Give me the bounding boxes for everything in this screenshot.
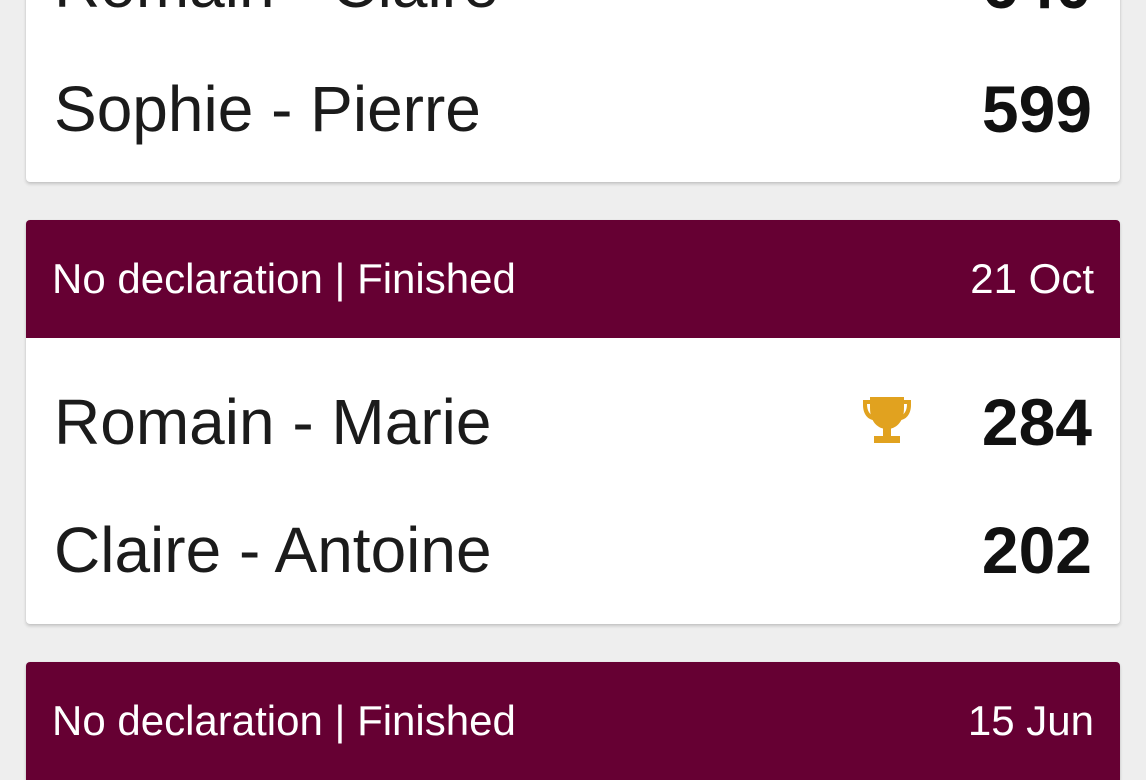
card-body: Romain - Claire 640 Sophie - Pierre 599 bbox=[26, 0, 1120, 172]
score-area: 599 bbox=[860, 71, 1092, 147]
game-header: No declaration | Finished 15 Jun bbox=[26, 662, 1120, 780]
team-score: 284 bbox=[981, 385, 1092, 459]
card-body: Romain - Marie 284 Claire - Antoine 202 bbox=[26, 338, 1120, 614]
game-status: No declaration | Finished bbox=[52, 255, 516, 302]
team-score: 599 bbox=[981, 72, 1092, 146]
game-card[interactable]: No declaration | Finished 15 Jun bbox=[26, 662, 1120, 780]
score-area: 284 bbox=[860, 384, 1092, 460]
team-row: Claire - Antoine 202 bbox=[26, 486, 1120, 614]
game-status: No declaration | Finished bbox=[52, 697, 516, 744]
game-date: 21 Oct bbox=[970, 255, 1094, 302]
team-row: Romain - Claire 640 bbox=[26, 0, 1120, 46]
game-date: 15 Jun bbox=[967, 697, 1094, 744]
game-card[interactable]: Romain - Claire 640 Sophie - Pierre 599 bbox=[26, 0, 1120, 182]
team-names: Sophie - Pierre bbox=[54, 73, 481, 145]
score-area: 202 bbox=[860, 512, 1092, 588]
team-row: Sophie - Pierre 599 bbox=[26, 46, 1120, 172]
team-names: Claire - Antoine bbox=[54, 514, 492, 586]
team-names: Romain - Claire bbox=[54, 0, 499, 22]
team-names: Romain - Marie bbox=[54, 386, 492, 458]
team-score: 640 bbox=[962, 0, 1092, 23]
team-score: 202 bbox=[981, 513, 1092, 587]
game-card[interactable]: No declaration | Finished 21 Oct Romain … bbox=[26, 220, 1120, 624]
score-area: 640 bbox=[860, 0, 1092, 23]
trophy-icon bbox=[860, 394, 914, 450]
team-row: Romain - Marie 284 bbox=[26, 358, 1120, 486]
game-header: No declaration | Finished 21 Oct bbox=[26, 220, 1120, 338]
